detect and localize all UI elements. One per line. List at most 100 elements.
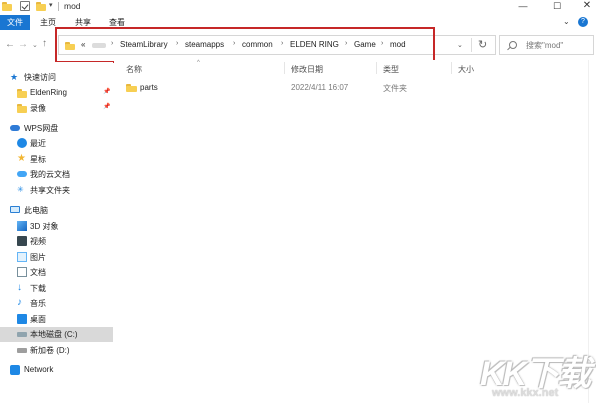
close-button[interactable]: ✕: [574, 0, 596, 14]
sidebar-item-starred[interactable]: ★ 星标: [0, 152, 113, 167]
watermark-url: www.kkx.net: [492, 387, 559, 399]
folder-icon: [126, 83, 137, 92]
sidebar-item-label: 下载: [30, 284, 46, 293]
sidebar-item-my-cloud-docs[interactable]: 我的云文档: [0, 167, 113, 182]
sidebar-item-label: EldenRing: [30, 88, 67, 97]
sidebar-item-desktop[interactable]: 桌面: [0, 312, 113, 327]
help-icon[interactable]: ?: [578, 17, 588, 27]
folder-icon: [17, 103, 27, 113]
sidebar-item-shared-folders[interactable]: ✳ 共享文件夹: [0, 183, 113, 198]
sidebar-item-videos[interactable]: 视频: [0, 234, 113, 249]
folder-icon: [2, 1, 12, 11]
pin-icon[interactable]: 📌: [103, 103, 110, 110]
search-input[interactable]: 搜索"mod": [499, 35, 594, 55]
customize-quick-access-button[interactable]: ▾: [49, 1, 53, 9]
sidebar-item-3d-objects[interactable]: 3D 对象: [0, 219, 113, 234]
search-icon: [509, 41, 517, 49]
divider: [471, 38, 472, 52]
sidebar-item-eldenring[interactable]: EldenRing 📌: [0, 86, 113, 101]
sidebar-item-label: 此电脑: [24, 206, 48, 215]
video-icon: [17, 236, 27, 246]
tab-home[interactable]: 主页: [40, 17, 56, 28]
column-header-type[interactable]: 类型: [383, 64, 399, 75]
properties-checkbox-icon[interactable]: [20, 1, 30, 11]
sidebar-item-label: 快速访问: [24, 73, 56, 82]
sidebar-item-label: 新加卷 (D:): [30, 346, 70, 355]
recent-locations-button[interactable]: ⌄: [32, 41, 38, 49]
file-name: parts: [140, 83, 158, 92]
sidebar-item-label: WPS网盘: [24, 124, 59, 133]
sidebar-item-music[interactable]: ♪ 音乐: [0, 296, 113, 311]
search-placeholder: 搜索"mod": [526, 41, 564, 50]
new-folder-icon[interactable]: [36, 1, 46, 11]
sidebar-item-label: 本地磁盘 (C:): [30, 330, 78, 339]
sidebar-item-label: 文档: [30, 268, 46, 277]
chevron-down-icon[interactable]: ⌄: [457, 41, 463, 49]
sidebar-item-label: Network: [24, 365, 54, 374]
column-divider[interactable]: [451, 62, 452, 74]
sidebar-item-label: 我的云文档: [30, 170, 70, 179]
up-button[interactable]: ↑: [42, 38, 47, 49]
maximize-button[interactable]: ☐: [544, 0, 570, 14]
sort-indicator-icon: ^: [197, 60, 200, 66]
watermark: KK下载 www.kkx.net: [470, 344, 596, 403]
column-divider[interactable]: [376, 62, 377, 74]
file-type: 文件夹: [383, 84, 407, 93]
share-icon: ✳: [17, 185, 24, 194]
sidebar-item-new-volume-d[interactable]: 新加卷 (D:): [0, 343, 113, 358]
sidebar-item-label: 视频: [30, 237, 46, 246]
address-highlight-box: [55, 27, 435, 63]
sidebar-item-label: 星标: [30, 155, 46, 164]
pin-icon[interactable]: 📌: [103, 88, 110, 95]
divider: [58, 2, 59, 11]
sidebar-item-label: 音乐: [30, 299, 46, 308]
column-divider[interactable]: [284, 62, 285, 74]
refresh-button[interactable]: ↻: [478, 38, 487, 51]
document-icon: [17, 267, 27, 277]
column-header-size[interactable]: 大小: [458, 64, 474, 75]
file-row[interactable]: parts 2022/4/11 16:07 文件夹: [120, 80, 500, 95]
sidebar-item-quick-access[interactable]: ★ 快速访问: [0, 70, 113, 85]
3d-objects-icon: [17, 221, 27, 231]
drive-icon: [17, 332, 27, 337]
sidebar-item-label: 最近: [30, 139, 46, 148]
title-bar: ▾ mod — ☐ ✕: [0, 0, 596, 14]
sidebar-item-recent[interactable]: 最近: [0, 136, 113, 151]
sidebar-item-documents[interactable]: 文档: [0, 265, 113, 280]
sidebar-item-label: 3D 对象: [30, 222, 59, 231]
computer-icon: [10, 206, 20, 213]
sidebar-item-label: 录像: [30, 104, 46, 113]
sidebar-item-recordings[interactable]: 录像 📌: [0, 101, 113, 116]
cloud-icon: [17, 171, 27, 177]
sidebar-item-label: 图片: [30, 253, 46, 262]
window-title: mod: [64, 1, 81, 11]
star-icon: ★: [17, 153, 26, 164]
network-icon: [10, 365, 20, 375]
column-header-date[interactable]: 修改日期: [291, 64, 323, 75]
sidebar-item-pictures[interactable]: 图片: [0, 250, 113, 265]
tab-file[interactable]: 文件: [0, 15, 30, 30]
sidebar-item-local-disk-c[interactable]: 本地磁盘 (C:): [0, 327, 113, 342]
file-date: 2022/4/11 16:07: [291, 83, 349, 92]
sidebar-item-label: 桌面: [30, 315, 46, 324]
download-icon: ↓: [17, 282, 22, 293]
minimize-button[interactable]: —: [510, 0, 536, 14]
forward-button[interactable]: →: [18, 39, 28, 50]
sidebar-item-wps[interactable]: WPS网盘: [0, 121, 113, 136]
desktop-icon: [17, 314, 27, 324]
cloud-icon: [10, 125, 20, 131]
clock-icon: [17, 138, 27, 148]
sidebar-item-downloads[interactable]: ↓ 下载: [0, 281, 113, 296]
star-icon: ★: [10, 72, 19, 82]
folder-icon: [17, 88, 27, 98]
sidebar-item-this-pc[interactable]: 此电脑: [0, 203, 113, 218]
expand-ribbon-icon[interactable]: ⌄: [563, 17, 570, 26]
column-header-name[interactable]: 名称: [126, 64, 142, 75]
sidebar-item-label: 共享文件夹: [30, 186, 70, 195]
navigation-pane[interactable]: ★ 快速访问 EldenRing 📌 录像 📌 WPS网盘 最近 ★ 星标 我的…: [0, 62, 113, 403]
back-button[interactable]: ←: [5, 39, 15, 50]
music-icon: ♪: [17, 297, 22, 308]
pictures-icon: [17, 252, 27, 262]
drive-icon: [17, 348, 27, 353]
sidebar-item-network[interactable]: Network: [0, 363, 113, 378]
